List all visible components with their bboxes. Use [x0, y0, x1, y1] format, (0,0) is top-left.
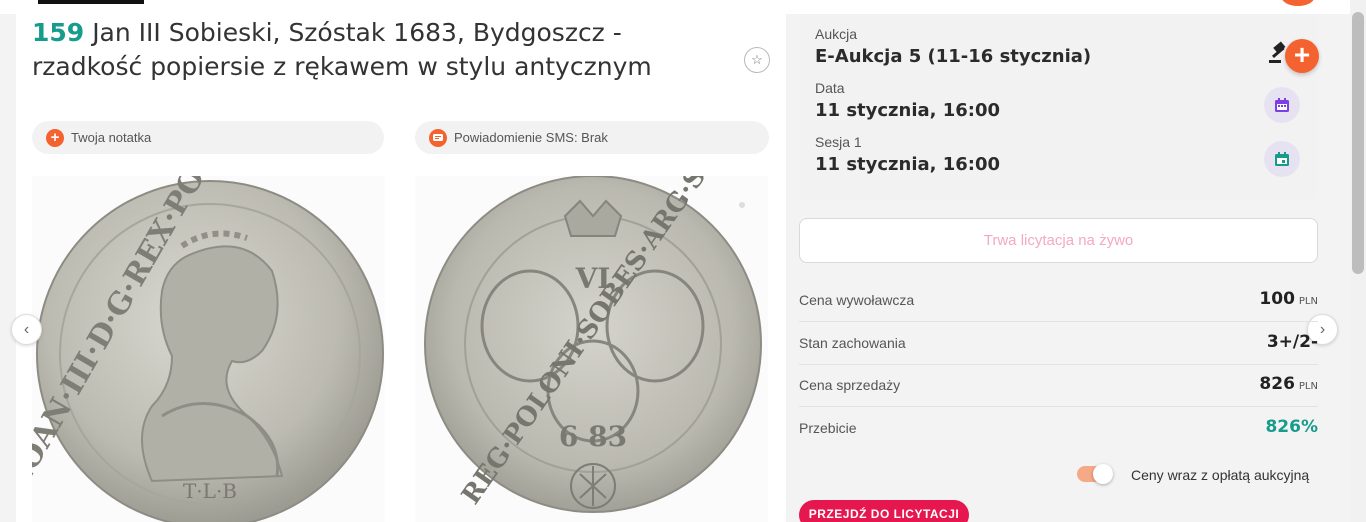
start-price-label: Cena wywoławcza [799, 292, 915, 308]
session-value: 11 stycznia, 16:00 [815, 154, 1001, 175]
favorite-star-icon[interactable]: ☆ [744, 47, 770, 73]
chat-icon [429, 128, 447, 147]
gallery-prev-button[interactable]: ‹ [11, 314, 42, 345]
price-row-sale: Cena sprzedaży 826 PLN [799, 364, 1318, 407]
coin-reverse-image[interactable]: VI 6 83 REG·POLONI·SOBES·ARG·SEX [415, 129, 768, 522]
lot-panel: 159 Jan III Sobieski, Szóstak 1683, Bydgo… [4, 0, 786, 522]
date-value: 11 stycznia, 16:00 [815, 100, 1001, 121]
sms-notification-label: Powiadomienie SMS: Brak [454, 130, 608, 145]
condition-label: Stan zachowania [799, 335, 906, 351]
lot-title: Jan III Sobieski, Szóstak 1683, Bydgoszc… [32, 18, 652, 81]
obverse-mint-mark: T·L·B [183, 479, 237, 503]
page: 159 Jan III Sobieski, Szóstak 1683, Bydgo… [0, 0, 1366, 522]
add-note-button[interactable]: + Twoja notatka [32, 121, 384, 154]
live-bidding-button[interactable]: Trwa licytacja na żywo [799, 218, 1318, 263]
toggle-knob [1093, 464, 1113, 484]
condition-value: 3+/2- [1266, 332, 1318, 352]
go-to-bidding-button[interactable]: PRZEJDŹ DO LICYTACJI [799, 500, 969, 522]
date-label: Data [815, 80, 845, 96]
add-fab-button[interactable]: + [1285, 39, 1319, 73]
sms-notification-button[interactable]: Powiadomienie SMS: Brak [415, 121, 769, 154]
start-price-value: 100 PLN [1259, 289, 1318, 309]
sale-price-label: Cena sprzedaży [799, 377, 901, 393]
plus-icon: + [46, 128, 64, 147]
top-bar [0, 0, 1366, 14]
sale-price-value: 826 PLN [1259, 374, 1318, 394]
lot-title-block: 159 Jan III Sobieski, Szóstak 1683, Bydgo… [32, 16, 672, 84]
plus-icon: + [1293, 39, 1311, 70]
gallery-dot [739, 202, 745, 208]
chevron-left-icon: ‹ [23, 321, 30, 338]
fee-toggle[interactable] [1077, 464, 1113, 484]
calendar-session-icon[interactable] [1264, 141, 1300, 177]
fee-toggle-label: Ceny wraz z opłatą aukcyjną [1131, 467, 1310, 483]
price-row-condition: Stan zachowania 3+/2- [799, 322, 1318, 365]
reverse-year: 6 83 [559, 420, 627, 453]
auction-value: E-Aukcja 5 (11-16 stycznia) [815, 46, 1092, 67]
top-bar-accent [38, 0, 144, 4]
scrollbar-thumb[interactable] [1352, 12, 1364, 274]
overbid-label: Przebicie [799, 420, 857, 436]
lot-number: 159 [32, 18, 85, 47]
coin-obverse-image[interactable]: IOAN·III·D·G·REX·POL·M·D·L·R·P T·L·B [4, 0, 385, 522]
overbid-value: 826% [1265, 417, 1318, 437]
page-scrollbar[interactable] [1350, 0, 1366, 522]
price-row-overbid: Przebicie 826% [799, 407, 1318, 450]
add-note-label: Twoja notatka [71, 130, 152, 145]
chevron-right-icon: › [1319, 321, 1326, 338]
price-row-start: Cena wywoławcza 100 PLN [799, 279, 1318, 322]
auction-info-card: Aukcja E-Aukcja 5 (11-16 stycznia) Data … [799, 14, 1318, 201]
session-label: Sesja 1 [815, 134, 862, 150]
auction-label: Aukcja [815, 26, 858, 42]
calendar-icon[interactable] [1264, 87, 1300, 123]
